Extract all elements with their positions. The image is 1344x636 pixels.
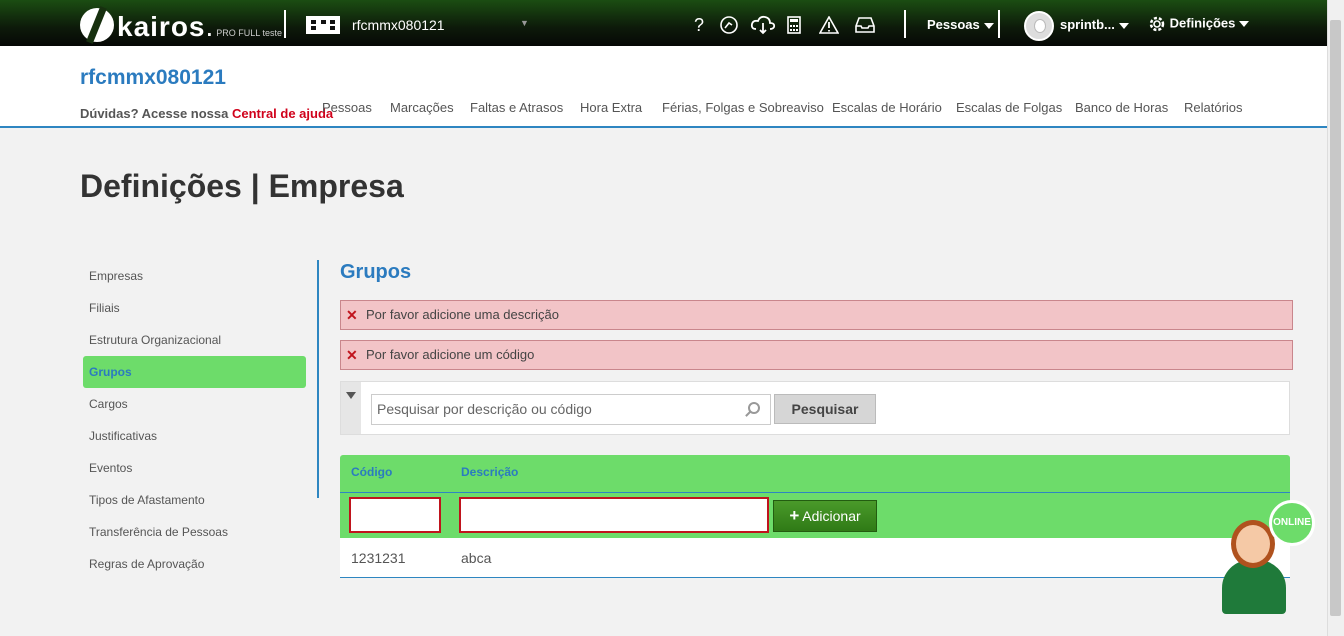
sidebar-item-grupos[interactable]: Grupos — [83, 356, 306, 388]
settings-sidebar: Empresas Filiais Estrutura Organizaciona… — [83, 260, 306, 580]
divider — [284, 10, 286, 38]
add-button-label: Adicionar — [802, 508, 861, 524]
add-button[interactable]: + Adicionar — [773, 500, 877, 532]
tab-relatorios[interactable]: Relatórios — [1184, 100, 1243, 115]
tab-hora-extra[interactable]: Hora Extra — [580, 100, 642, 115]
sidebar-item-filiais[interactable]: Filiais — [83, 292, 306, 324]
divider — [904, 10, 906, 38]
sidebar-item-estrutura[interactable]: Estrutura Organizacional — [83, 324, 306, 356]
codigo-input[interactable] — [349, 497, 441, 533]
scrollbar-thumb[interactable] — [1330, 20, 1341, 616]
kairos-logo-mark — [80, 8, 114, 42]
search-panel: Pesquisar por descrição ou código Pesqui… — [340, 381, 1290, 435]
sidebar-item-eventos[interactable]: Eventos — [83, 452, 306, 484]
close-icon[interactable]: ✕ — [346, 301, 358, 329]
cell-codigo: 1231231 — [351, 550, 406, 566]
sidebar-item-regras-aprovacao[interactable]: Regras de Aprovação — [83, 548, 306, 580]
cloud-download-icon[interactable] — [750, 14, 776, 36]
close-icon[interactable]: ✕ — [346, 341, 358, 369]
company-selector[interactable]: rfcmmx080121 — [352, 17, 445, 33]
inbox-icon[interactable] — [854, 14, 876, 36]
help-icon[interactable]: ? — [688, 14, 710, 36]
page-title: Definições | Empresa — [80, 168, 404, 204]
user-menu[interactable]: sprintb... — [1060, 17, 1129, 32]
filter-icon[interactable] — [341, 382, 361, 434]
tab-escalas-horario[interactable]: Escalas de Horário — [832, 100, 942, 115]
building-icon — [306, 16, 340, 34]
tab-banco-horas[interactable]: Banco de Horas — [1075, 100, 1168, 115]
sidebar-item-tipos-afastamento[interactable]: Tipos de Afastamento — [83, 484, 306, 516]
sidebar-item-cargos[interactable]: Cargos — [83, 388, 306, 420]
sub-header: rfcmmx080121 Dúvidas? Acesse nossa Centr… — [0, 46, 1327, 128]
error-alert: ✕ Por favor adicione uma descrição — [340, 300, 1293, 330]
user-name: sprintb... — [1060, 17, 1115, 32]
tab-marcacoes[interactable]: Marcações — [390, 100, 454, 115]
caret-down-icon — [1239, 21, 1250, 27]
section-title: Grupos — [340, 261, 412, 283]
cell-descricao: abca — [461, 550, 492, 566]
alert-text: Por favor adicione um código — [366, 347, 535, 362]
alert-text: Por favor adicione uma descrição — [366, 307, 559, 322]
logo-text: kairos — [117, 11, 206, 42]
tab-faltas-atrasos[interactable]: Faltas e Atrasos — [470, 100, 563, 115]
divider — [998, 10, 1000, 38]
agent-body — [1222, 560, 1286, 614]
table-row[interactable]: 1231231 abca — [340, 538, 1290, 578]
calculator-icon[interactable] — [783, 14, 805, 36]
kairos-logo[interactable]: kairos . PRO FULL teste — [80, 4, 282, 42]
help-line: Dúvidas? Acesse nossa Central de ajuda — [80, 106, 333, 121]
plus-icon: + — [789, 506, 800, 525]
help-center-link[interactable]: Central de ajuda — [232, 106, 333, 121]
tab-escalas-folgas[interactable]: Escalas de Folgas — [956, 100, 1062, 115]
tab-ferias[interactable]: Férias, Folgas e Sobreaviso — [662, 100, 824, 115]
online-badge[interactable]: ONLINE — [1269, 500, 1315, 546]
chevron-down-icon[interactable]: ▼ — [520, 18, 529, 28]
new-row-form: + Adicionar — [340, 493, 1290, 538]
search-icon — [748, 402, 760, 414]
definicoes-menu[interactable]: Definições — [1148, 15, 1250, 33]
sidebar-divider — [317, 260, 319, 498]
sidebar-item-empresas[interactable]: Empresas — [83, 260, 306, 292]
gear-icon — [1149, 16, 1165, 32]
online-chat-widget[interactable]: ONLINE — [1217, 500, 1317, 616]
column-header-codigo[interactable]: Código — [351, 465, 392, 479]
pessoas-menu-label: Pessoas — [927, 17, 980, 32]
support-icon[interactable] — [718, 14, 740, 36]
logo-subtitle: PRO FULL teste — [216, 28, 282, 38]
error-alert: ✕ Por favor adicione um código — [340, 340, 1293, 370]
pessoas-menu[interactable]: Pessoas — [927, 17, 994, 32]
table-header: Código Descrição — [340, 455, 1290, 493]
warning-icon[interactable] — [818, 14, 840, 36]
top-bar: kairos . PRO FULL teste rfcmmx080121 ▼ ?… — [0, 0, 1327, 46]
groups-table: Código Descrição + Adicionar 1231231 abca — [340, 455, 1290, 578]
company-title: rfcmmx080121 — [80, 66, 226, 89]
tab-pessoas[interactable]: Pessoas — [322, 100, 372, 115]
avatar[interactable] — [1024, 11, 1054, 41]
descricao-input[interactable] — [459, 497, 769, 533]
sidebar-item-transferencia[interactable]: Transferência de Pessoas — [83, 516, 306, 548]
caret-down-icon — [1118, 22, 1129, 29]
sidebar-item-justificativas[interactable]: Justificativas — [83, 420, 306, 452]
search-button[interactable]: Pesquisar — [774, 394, 876, 424]
column-header-descricao[interactable]: Descrição — [461, 465, 518, 479]
definicoes-label: Definições — [1169, 15, 1236, 31]
caret-down-icon — [983, 22, 994, 29]
search-input[interactable]: Pesquisar por descrição ou código — [371, 394, 771, 425]
help-text: Dúvidas? Acesse nossa — [80, 106, 229, 121]
